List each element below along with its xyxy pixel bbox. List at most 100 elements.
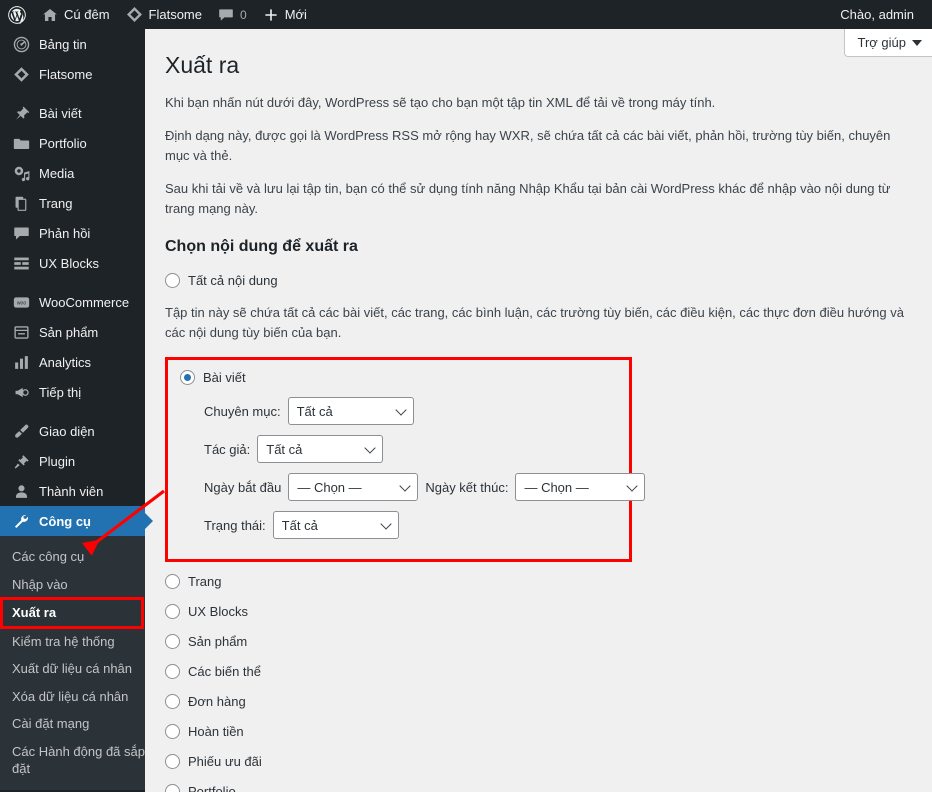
radio-trang[interactable] — [165, 574, 180, 590]
radio-row-các-biến-thể[interactable]: Các biến thể — [165, 664, 912, 680]
radio-label: Trang — [188, 574, 222, 590]
sidebar-item-tiếp-thị[interactable]: Tiếp thị — [0, 377, 145, 407]
radio-row-đơn-hàng[interactable]: Đơn hàng — [165, 694, 912, 710]
radio-row-posts[interactable]: Bài viết — [180, 370, 629, 386]
radio-đơn-hàng[interactable] — [165, 694, 180, 710]
radio-ux-blocks[interactable] — [165, 604, 180, 620]
sidebar-item-label: Analytics — [39, 354, 92, 370]
sidebar-item-công-cụ[interactable]: Công cụ — [0, 506, 153, 536]
wordpress-logo-menu[interactable] — [0, 0, 34, 29]
radio-label: Hoàn tiền — [188, 724, 244, 740]
sidebar-item-media[interactable]: Media — [0, 158, 145, 188]
theme-menu[interactable]: Flatsome — [118, 0, 210, 29]
select-category[interactable]: Tất cả — [287, 397, 414, 426]
submenu-item-kiểm-tra-hệ-thống[interactable]: Kiểm tra hệ thống — [0, 628, 145, 656]
admin-bar: Cú đêm Flatsome 0 Mới Chào, admin — [0, 0, 932, 29]
section-title: Chọn nội dung để xuất ra — [165, 238, 358, 256]
sidebar-item-flatsome[interactable]: Flatsome — [0, 59, 145, 89]
sidebar-item-label: Portfolio — [39, 135, 87, 151]
new-content-label: Mới — [284, 7, 307, 22]
sidebar-item-ux-blocks[interactable]: UX Blocks — [0, 248, 145, 278]
wrench-icon — [10, 511, 32, 531]
submenu-item-xuất-ra[interactable]: Xuất ra — [0, 597, 144, 629]
radio-các-biến-thể[interactable] — [165, 664, 180, 680]
radio-row-trang[interactable]: Trang — [165, 574, 912, 590]
select-author[interactable]: Tất cả — [257, 435, 384, 464]
site-name-menu[interactable]: Cú đêm — [34, 0, 118, 29]
submenu-item-xóa-dữ-liệu-cá-nhân[interactable]: Xóa dữ liệu cá nhân — [0, 683, 145, 711]
filter-row: Ngày bắt đầu — Chọn — Ngày kết thúc: — Chọn… — [204, 473, 646, 502]
help-tab-label: Trợ giúp — [857, 35, 906, 50]
sidebar-item-plugin[interactable]: Plugin — [0, 446, 145, 476]
filter-label-end_date: Ngày kết thúc: — [425, 479, 509, 495]
paintbrush-icon — [10, 421, 32, 441]
filter-label-author: Tác giả: — [204, 441, 251, 457]
submenu-item-các-công-cụ[interactable]: Các công cụ — [0, 543, 145, 571]
select-wrap-category: Tất cả — [287, 397, 414, 426]
select-status[interactable]: Tất cả — [272, 511, 399, 540]
select-wrap-author: Tất cả — [257, 435, 384, 464]
filter-label-category: Chuyên mục: — [204, 403, 281, 419]
sidebar-item-label: Bảng tin — [39, 36, 87, 52]
sidebar-item-analytics[interactable]: Analytics — [0, 347, 145, 377]
submenu-item-nhập-vào[interactable]: Nhập vào — [0, 571, 145, 599]
radio-label: Portfolio — [188, 784, 236, 792]
new-content-menu[interactable]: Mới — [255, 0, 315, 29]
sidebar-item-thành-viên[interactable]: Thành viên — [0, 476, 145, 506]
sidebar-item-bài-viết[interactable]: Bài viết — [0, 98, 145, 128]
radio-phiếu-ưu-đãi[interactable] — [165, 754, 180, 770]
all-content-description: Tập tin này sẽ chứa tất cả các bài viết,… — [165, 304, 904, 340]
intro-paragraphs: Khi bạn nhấn nút dưới đây, WordPress sẽ … — [165, 93, 912, 219]
page-title: Xuất ra — [165, 52, 240, 78]
site-name-label: Cú đêm — [64, 7, 110, 22]
theme-name-label: Flatsome — [148, 7, 202, 22]
sidebar-item-giao-diện[interactable]: Giao diện — [0, 416, 145, 446]
admin-menu: Bảng tin Flatsome Bài viết Portfolio Media Tr… — [0, 29, 153, 536]
radio-hoàn-tiền[interactable] — [165, 724, 180, 740]
radio-label: Phiếu ưu đãi — [188, 754, 262, 770]
radio-row-all-content[interactable]: Tất cả nội dung — [165, 272, 912, 288]
radio-row-hoàn-tiền[interactable]: Hoàn tiền — [165, 724, 912, 740]
select-start_date[interactable]: — Chọn — — [288, 473, 419, 502]
comments-menu[interactable]: 0 — [210, 0, 255, 29]
chevron-down-icon — [912, 35, 922, 50]
radio-posts[interactable] — [180, 370, 195, 386]
submenu-item-các-hành-động-đã-sắp-đặt[interactable]: Các Hành động đã sắp đặt — [0, 738, 145, 783]
sidebar-item-label: Media — [39, 165, 75, 181]
pages-icon — [10, 193, 32, 213]
radio-sản-phẩm[interactable] — [165, 634, 180, 650]
radio-label: Đơn hàng — [188, 694, 246, 710]
radio-label-all-content: Tất cả nội dung — [188, 272, 278, 288]
page-wrap: Xuất ra Khi bạn nhấn nút dưới đây, WordP… — [145, 29, 932, 792]
radio-row-portfolio[interactable]: Portfolio — [165, 784, 912, 792]
sidebar-item-phản-hồi[interactable]: Phản hồi — [0, 218, 145, 248]
intro-paragraph: Khi bạn nhấn nút dưới đây, WordPress sẽ … — [165, 94, 716, 110]
help-tab-wrap: Trợ giúp — [844, 29, 932, 61]
admin-sidebar: Bảng tin Flatsome Bài viết Portfolio Media Tr… — [0, 29, 153, 792]
select-end_date[interactable]: — Chọn — — [515, 473, 646, 502]
help-tab-button[interactable]: Trợ giúp — [844, 29, 932, 57]
sidebar-item-label: Thành viên — [39, 483, 104, 499]
blocks-grid-icon — [10, 253, 32, 273]
sidebar-item-woocommerce[interactable]: woo WooCommerce — [0, 287, 145, 317]
posts-filters: Chuyên mục: Tất cả Tác giả: Tất cả Ngày bắt … — [180, 397, 646, 540]
radio-row-ux-blocks[interactable]: UX Blocks — [165, 604, 912, 620]
submenu-item-xuất-dữ-liệu-cá-nhân[interactable]: Xuất dữ liệu cá nhân — [0, 655, 145, 683]
radio-portfolio[interactable] — [165, 784, 180, 792]
submenu-item-cài-đặt-mạng[interactable]: Cài đặt mạng — [0, 710, 145, 738]
sidebar-item-bảng-tin[interactable]: Bảng tin — [0, 29, 145, 59]
radio-row-sản-phẩm[interactable]: Sản phẩm — [165, 634, 912, 650]
account-menu[interactable]: Chào, admin — [832, 0, 922, 29]
posts-export-block: Bài viết Chuyên mục: Tất cả Tác giả: Tất cả… — [165, 357, 646, 563]
sidebar-item-label: Trang — [39, 195, 73, 211]
comment-bubble-icon — [10, 223, 32, 243]
sidebar-item-trang[interactable]: Trang — [0, 188, 145, 218]
radio-all-content[interactable] — [165, 272, 180, 288]
radio-row-phiếu-ưu-đãi[interactable]: Phiếu ưu đãi — [165, 754, 912, 770]
radio-label: Các biến thể — [188, 664, 261, 680]
sidebar-item-sản-phẩm[interactable]: Sản phẩm — [0, 317, 145, 347]
sidebar-item-portfolio[interactable]: Portfolio — [0, 128, 145, 158]
tools-submenu: Các công cụ Nhập vào Xuất ra Kiểm tra hệ th… — [0, 536, 145, 790]
bar-chart-icon — [10, 352, 32, 372]
wordpress-logo-icon — [8, 5, 26, 24]
